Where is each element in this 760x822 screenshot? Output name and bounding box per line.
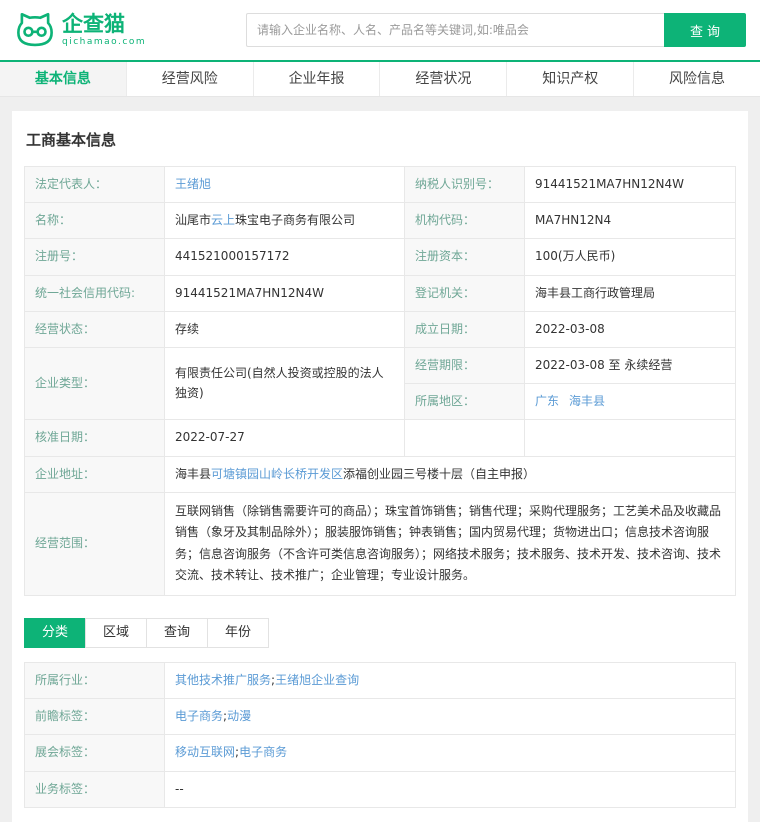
expo-link-1[interactable]: 移动互联网 (175, 745, 235, 759)
logo[interactable]: 企查猫 qichamao.com (14, 9, 246, 51)
table-row: 名称： 汕尾市云上珠宝电子商务有限公司 机构代码： MA7HN12N4 (24, 202, 736, 240)
tax-id-value: 91441521MA7HN12N4W (524, 165, 736, 204)
company-name-link[interactable]: 云上 (211, 213, 235, 227)
empty-cell (524, 419, 736, 457)
filter-tab-category[interactable]: 分类 (24, 618, 86, 649)
tab-business-risk[interactable]: 经营风险 (127, 62, 254, 96)
status-value: 存续 (164, 310, 405, 348)
table-row: 统一社会信用代码: 91441521MA7HN12N4W 登记机关： 海丰县工商… (24, 274, 736, 312)
company-type-label: 企业类型： (24, 346, 165, 421)
company-name-label: 名称： (24, 202, 165, 240)
foresight-tags-label: 前瞻标签： (24, 698, 165, 736)
filter-tab-year[interactable]: 年份 (207, 618, 269, 649)
tab-annual-report[interactable]: 企业年报 (254, 62, 381, 96)
foresight-tags-cell: 电子商务;动漫 (164, 698, 736, 736)
company-name-cell: 汕尾市云上珠宝电子商务有限公司 (164, 202, 405, 240)
scope-value: 互联网销售（除销售需要许可的商品）；珠宝首饰销售；销售代理；采购代理服务；工艺美… (164, 491, 736, 597)
credit-code-label: 统一社会信用代码: (24, 274, 165, 312)
reg-authority-value: 海丰县工商行政管理局 (524, 274, 736, 312)
business-info-card: 工商基本信息 法定代表人： 王绪旭 纳税人识别号： 91441521MA7HN1… (12, 111, 748, 822)
tags-table: 所属行业： 其他技术推广服务;王绪旭企业查询 前瞻标签： 电子商务;动漫 展会标… (24, 662, 736, 808)
logo-title: 企查猫 (62, 12, 125, 37)
filter-tab-query[interactable]: 查询 (146, 618, 208, 649)
region-label: 所属地区： (404, 383, 525, 421)
search-input[interactable] (246, 13, 664, 47)
reg-capital-label: 注册资本： (404, 238, 525, 276)
table-row: 经营范围： 互联网销售（除销售需要许可的商品）；珠宝首饰销售；销售代理；采购代理… (24, 491, 736, 597)
search-button[interactable]: 查询 (664, 13, 746, 47)
company-type-value: 有限责任公司(自然人投资或控股的法人独资) (164, 346, 405, 421)
business-tags-label: 业务标签： (24, 770, 165, 808)
reg-capital-value: 100(万人民币) (524, 238, 736, 276)
logo-text: 企查猫 qichamao.com (62, 12, 147, 47)
foresight-link-2[interactable]: 动漫 (227, 709, 251, 723)
table-row: 所属行业： 其他技术推广服务;王绪旭企业查询 (24, 662, 736, 700)
term-label: 经营期限： (404, 346, 525, 385)
region-city-link[interactable]: 海丰县 (569, 394, 605, 408)
org-code-label: 机构代码： (404, 202, 525, 240)
table-row: 法定代表人： 王绪旭 纳税人识别号： 91441521MA7HN12N4W (24, 165, 736, 204)
tab-basic-info[interactable]: 基本信息 (0, 62, 127, 96)
legal-rep-cell: 王绪旭 (164, 165, 405, 204)
credit-code-value: 91441521MA7HN12N4W (164, 274, 405, 312)
reg-no-label: 注册号： (24, 238, 165, 276)
industry-link-1[interactable]: 其他技术推广服务 (175, 673, 271, 687)
approval-date-value: 2022-07-27 (164, 419, 405, 457)
scope-label: 经营范围： (24, 491, 165, 597)
table-row: 企业地址： 海丰县可塘镇园山岭长桥开发区添福创业园三号楼十层（自主申报） (24, 455, 736, 493)
address-link[interactable]: 可塘镇园山岭长桥开发区 (211, 467, 343, 481)
nav-tabs: 基本信息 经营风险 企业年报 经营状况 知识产权 风险信息 (0, 60, 760, 97)
expo-tags-cell: 移动互联网;电子商务 (164, 734, 736, 772)
logo-domain: qichamao.com (62, 36, 147, 47)
business-tags-value: -- (164, 770, 736, 808)
address-prefix: 海丰县 (175, 466, 212, 481)
status-label: 经营状态： (24, 310, 165, 348)
address-suffix: 添福创业园三号楼十层（自主申报） (343, 466, 536, 481)
content: 工商基本信息 法定代表人： 王绪旭 纳税人识别号： 91441521MA7HN1… (0, 97, 760, 822)
reg-authority-label: 登记机关： (404, 274, 525, 312)
company-name-prefix: 汕尾市 (175, 213, 212, 228)
establish-date-value: 2022-03-08 (524, 310, 736, 348)
org-code-value: MA7HN12N4 (524, 202, 736, 240)
address-label: 企业地址： (24, 455, 165, 493)
tab-risk-info[interactable]: 风险信息 (634, 62, 760, 96)
filter-tab-region[interactable]: 区域 (85, 618, 147, 649)
table-row: 经营状态： 存续 成立日期： 2022-03-08 (24, 310, 736, 348)
address-cell: 海丰县可塘镇园山岭长桥开发区添福创业园三号楼十层（自主申报） (164, 455, 736, 493)
table-row: 注册号： 441521000157172 注册资本： 100(万人民币) (24, 238, 736, 276)
tab-intellectual-property[interactable]: 知识产权 (507, 62, 635, 96)
empty-cell (404, 419, 525, 457)
reg-no-value: 441521000157172 (164, 238, 405, 276)
section-title: 工商基本信息 (26, 131, 117, 149)
establish-date-label: 成立日期： (404, 310, 525, 348)
legal-rep-link[interactable]: 王绪旭 (175, 177, 211, 191)
tab-operating-status[interactable]: 经营状况 (380, 62, 508, 96)
filter-tabs: 分类 区域 查询 年份 (24, 618, 736, 649)
industry-cell: 其他技术推广服务;王绪旭企业查询 (164, 662, 736, 700)
business-info-table: 法定代表人： 王绪旭 纳税人识别号： 91441521MA7HN12N4W 名称… (24, 165, 736, 597)
term-value: 2022-03-08 至 永续经营 (524, 346, 736, 385)
cat-logo-icon (17, 12, 53, 47)
legal-rep-label: 法定代表人： (24, 165, 165, 204)
company-name-suffix: 珠宝电子商务有限公司 (235, 213, 356, 228)
table-row: 前瞻标签： 电子商务;动漫 (24, 698, 736, 736)
table-row: 展会标签： 移动互联网;电子商务 (24, 734, 736, 772)
tax-id-label: 纳税人识别号： (404, 165, 525, 204)
region-cell: 广东 海丰县 (524, 383, 736, 421)
industry-link-2[interactable]: 王绪旭企业查询 (275, 673, 359, 687)
expo-link-2[interactable]: 电子商务 (239, 745, 287, 759)
table-row: 企业类型： 有限责任公司(自然人投资或控股的法人独资) 经营期限： 2022-0… (24, 346, 736, 421)
search-bar: 查询 (246, 13, 746, 47)
expo-tags-label: 展会标签： (24, 734, 165, 772)
foresight-link-1[interactable]: 电子商务 (175, 709, 223, 723)
table-row: 核准日期： 2022-07-27 (24, 419, 736, 457)
approval-date-label: 核准日期： (24, 419, 165, 457)
industry-label: 所属行业： (24, 662, 165, 700)
page: 企查猫 qichamao.com 查询 基本信息 经营风险 企业年报 经营状况 … (0, 0, 760, 822)
header: 企查猫 qichamao.com 查询 (0, 0, 760, 60)
region-province-link[interactable]: 广东 (535, 394, 559, 408)
table-row: 业务标签： -- (24, 770, 736, 808)
